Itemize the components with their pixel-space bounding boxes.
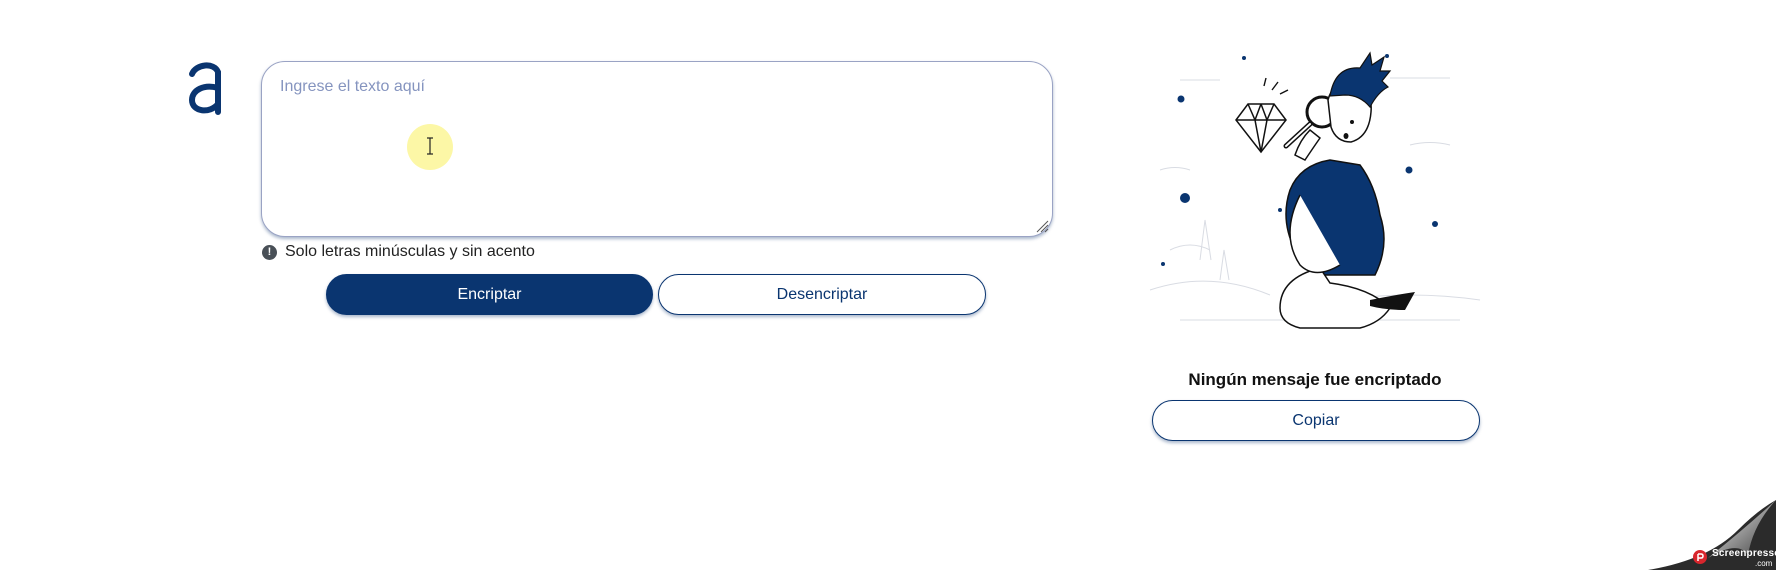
decrypt-button[interactable]: Desencriptar (658, 274, 986, 315)
text-input-container (261, 61, 1053, 237)
watermark-suffix: .com (1755, 559, 1773, 568)
screenpresso-logo-icon (1693, 550, 1707, 564)
copy-button[interactable]: Copiar (1152, 400, 1480, 441)
watermark-brand: Screenpresso (1712, 548, 1776, 559)
exclamation-circle-icon: ! (262, 244, 277, 260)
person-magnifying-glass-illustration (1149, 51, 1481, 329)
hint-text: Solo letras minúsculas y sin acento (285, 243, 535, 260)
input-hint: ! Solo letras minúsculas y sin acento (262, 243, 535, 261)
alura-logo-icon (188, 62, 221, 115)
text-cursor-icon (427, 137, 433, 155)
result-title: Ningún mensaje fue encriptado (1188, 370, 1442, 389)
resize-handle-icon[interactable] (1035, 219, 1049, 233)
encrypt-button[interactable]: Encriptar (326, 274, 653, 315)
message-input[interactable] (262, 62, 1052, 236)
